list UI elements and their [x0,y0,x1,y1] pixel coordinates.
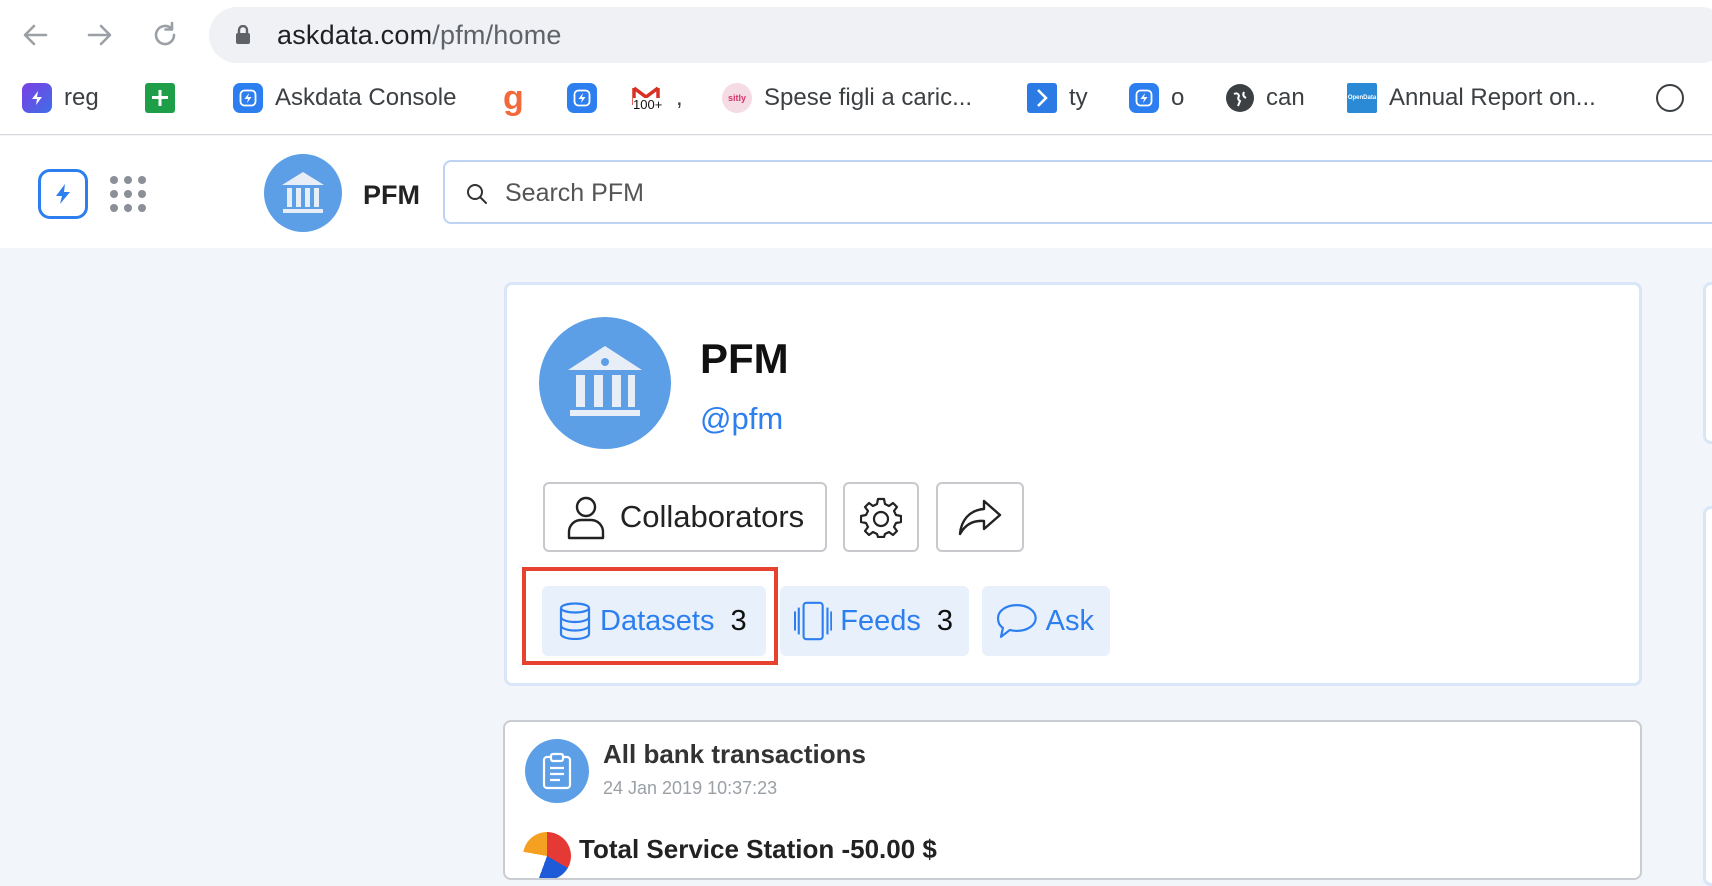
workspace-name: PFM [363,180,420,210]
tab-feeds-count: 3 [936,604,953,637]
reload-icon [154,21,176,46]
transaction-text: Total Service Station -50.00 $ [579,834,937,864]
google-sheets-icon [145,83,175,113]
profile-name: PFM [700,335,789,382]
bookmark-ty[interactable]: ty [1027,76,1088,120]
gear-icon [860,497,902,538]
bookmark-reg[interactable]: reg [22,76,99,120]
bookmark-label: reg [64,84,99,111]
url-host: askdata.com [277,20,433,50]
tab-ask-label: Ask [1045,604,1094,637]
bookmark-gmail[interactable]: 100+ , [632,76,683,120]
clipboard-icon [525,739,589,803]
feed-card[interactable]: All bank transactions 24 Jan 2019 10:37:… [503,720,1642,880]
feeds-icon [794,601,833,641]
forward-arrow-icon [87,24,112,46]
bookmark-label: Spese figli a caric... [764,84,973,111]
opendata-icon-text: OpenData [1347,95,1377,101]
bookmark-askdata-console[interactable]: Askdata Console [233,76,456,120]
bank-icon [568,346,642,416]
apps-grid-icon[interactable] [110,176,146,212]
bookmark-g[interactable]: g [503,76,524,120]
bookmark-label: , [676,84,683,111]
instagram-icon [22,83,52,113]
bookmark-label: ty [1069,84,1088,111]
side-card [1703,506,1712,886]
bookmark-sheets[interactable] [145,76,187,120]
highlight-box [522,567,778,665]
gmail-icon: 100+ [632,83,664,113]
chevron-app-icon [1027,83,1057,113]
tab-ask[interactable]: Ask [982,586,1110,656]
station-logo-icon [523,832,571,878]
share-button[interactable] [936,482,1024,552]
tab-feeds-label: Feeds [840,604,921,637]
opendata-icon: OpenData [1347,83,1377,113]
g-logo-icon: g [503,79,524,117]
collaborators-label: Collaborators [619,499,805,534]
globe-icon [1226,84,1254,112]
collaborators-button[interactable]: Collaborators [543,482,827,552]
forward-button[interactable] [81,16,119,54]
bank-icon [282,172,324,213]
workspace-avatar[interactable] [264,154,342,232]
profile-avatar [539,317,671,449]
bookmarks-bar: reg Askdata Console g 100+ , sitly Spese… [0,76,1712,120]
bookmark-askdata[interactable] [567,76,609,120]
bookmark-o[interactable]: o [1129,76,1184,120]
askdata-icon [233,83,263,113]
profile-handle[interactable]: @pfm [700,401,783,437]
settings-button[interactable] [843,482,919,552]
browser-chrome: askdata.com/pfm/home reg Askdata Console… [0,0,1712,135]
bookmark-can[interactable]: can [1226,76,1305,120]
app-header: PFM [0,136,1712,248]
chat-bubble-icon [996,604,1037,638]
sitly-icon: sitly [722,83,752,113]
bookmark-spese[interactable]: sitly Spese figli a caric... [722,76,972,120]
askdata-icon [567,83,597,113]
gmail-badge: 100+ [633,97,663,112]
bookmark-label: can [1266,84,1305,111]
askdata-logo-button[interactable] [38,169,88,219]
tab-feeds[interactable]: Feeds 3 [780,586,969,656]
bookmark-label: Annual Report on... [1389,84,1596,111]
search-icon [465,182,489,211]
sitly-icon-text: sitly [727,93,746,103]
back-arrow-icon [23,24,48,46]
askdata-icon [1129,83,1159,113]
feed-title: All bank transactions [603,739,866,769]
circle-icon [1656,84,1684,112]
feed-date: 24 Jan 2019 10:37:23 [603,778,778,798]
side-card [1703,282,1712,444]
address-bar[interactable]: askdata.com/pfm/home [209,7,1712,63]
user-icon [567,496,605,540]
share-arrow-icon [958,499,1002,536]
askdata-bolt-icon [56,184,70,204]
url-path: /pfm/home [432,20,562,50]
search-input[interactable] [505,176,1605,210]
bookmark-label: Askdata Console [275,84,457,111]
bookmark-label: o [1171,84,1185,111]
url-text: askdata.com/pfm/home [277,20,562,51]
reload-button[interactable] [146,16,184,54]
bookmark-circle[interactable] [1656,76,1684,120]
back-button[interactable] [16,16,54,54]
bookmark-annual-report[interactable]: OpenData Annual Report on... [1347,76,1596,120]
search-box[interactable] [443,160,1712,224]
lock-icon [235,24,251,50]
